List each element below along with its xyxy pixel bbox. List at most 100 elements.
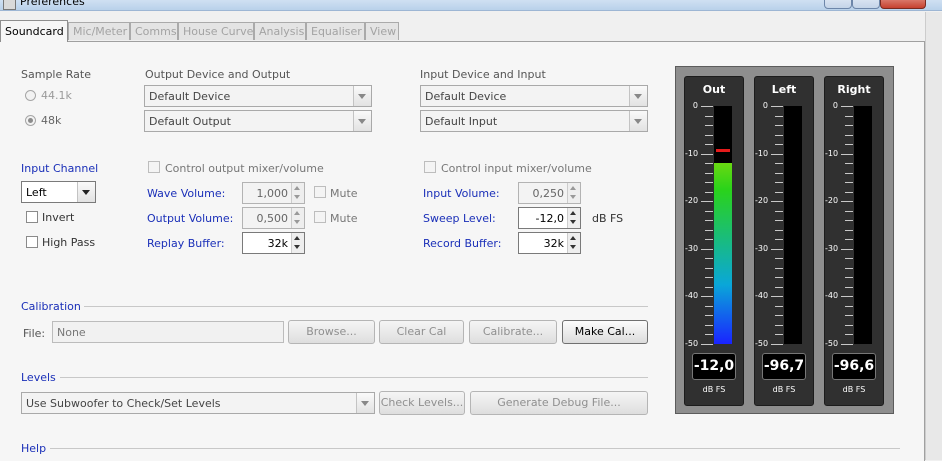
output-volume-value: 0,500 bbox=[256, 212, 289, 225]
meter-tick bbox=[705, 211, 713, 212]
tab-view[interactable]: View bbox=[365, 22, 399, 40]
output-select[interactable]: Default Output bbox=[144, 110, 372, 132]
generate-debug-file-button[interactable]: Generate Debug File... bbox=[470, 391, 648, 415]
spinner-arrows-icon[interactable] bbox=[567, 233, 580, 253]
wave-volume-spinner[interactable]: 1,000 bbox=[242, 182, 305, 204]
meter-unit: dB FS bbox=[772, 385, 796, 394]
meter-tick bbox=[775, 144, 783, 145]
clear-cal-button[interactable]: Clear Cal bbox=[379, 320, 464, 344]
input-channel-select[interactable]: Left bbox=[21, 181, 96, 203]
input-device-heading: Input Device and Input bbox=[420, 68, 546, 81]
sweep-level-spinner[interactable]: -12,0 bbox=[518, 207, 581, 229]
meter-tick bbox=[775, 306, 783, 307]
meter-tick bbox=[705, 192, 713, 193]
wave-mute-checkbox[interactable] bbox=[314, 186, 326, 198]
meter-tick bbox=[705, 230, 713, 231]
tab-comms[interactable]: Comms bbox=[130, 22, 178, 40]
meter-tick bbox=[771, 201, 783, 202]
meter-tick bbox=[845, 163, 853, 164]
output-volume-spinner[interactable]: 0,500 bbox=[242, 207, 305, 229]
spinner-arrows-icon[interactable] bbox=[291, 233, 304, 253]
spinner-arrows-icon[interactable] bbox=[291, 183, 304, 203]
browse-button[interactable]: Browse... bbox=[288, 320, 375, 344]
meter-tick bbox=[705, 334, 713, 335]
record-buffer-spinner[interactable]: 32k bbox=[518, 232, 581, 254]
meter-tick bbox=[705, 173, 713, 174]
make-cal-button[interactable]: Make Cal... bbox=[562, 320, 648, 344]
tab-mic-meter[interactable]: Mic/Meter bbox=[68, 22, 130, 40]
control-input-mixer-label: Control input mixer/volume bbox=[441, 162, 592, 175]
control-output-mixer-label: Control output mixer/volume bbox=[165, 162, 324, 175]
meter-tick bbox=[771, 296, 783, 297]
meter-tick bbox=[841, 106, 853, 107]
output-device-select[interactable]: Default Device bbox=[144, 85, 372, 107]
tab-equaliser[interactable]: Equaliser bbox=[306, 22, 365, 40]
meter-tick bbox=[701, 296, 713, 297]
meter-tick bbox=[705, 182, 713, 183]
meter-scale-label: -10 bbox=[685, 149, 699, 158]
replay-buffer-value: 32k bbox=[267, 237, 288, 250]
chevron-down-icon bbox=[629, 111, 647, 131]
invert-checkbox[interactable] bbox=[26, 211, 38, 223]
meter-tick bbox=[845, 239, 853, 240]
levels-mode-select[interactable]: Use Subwoofer to Check/Set Levels bbox=[21, 392, 375, 414]
control-output-mixer-checkbox[interactable] bbox=[148, 161, 160, 173]
spinner-arrows-icon[interactable] bbox=[567, 183, 580, 203]
input-select[interactable]: Default Input bbox=[420, 110, 648, 132]
output-device-value: Default Device bbox=[149, 90, 231, 103]
meter-tick bbox=[841, 154, 853, 155]
tab-soundcard[interactable]: Soundcard bbox=[0, 20, 68, 42]
close-button[interactable] bbox=[880, 0, 926, 9]
window-scrollbar[interactable] bbox=[925, 12, 942, 460]
tab-house-curve[interactable]: House Curve bbox=[178, 22, 254, 40]
minimize-button[interactable] bbox=[824, 0, 852, 9]
meter-tick bbox=[705, 258, 713, 259]
file-label: File: bbox=[23, 327, 46, 340]
meter-tick bbox=[845, 135, 853, 136]
record-buffer-label: Record Buffer: bbox=[423, 237, 502, 250]
meter-tick bbox=[771, 344, 783, 345]
meter-left: Left 0 -10 -20 -30 -40 -50 -96,7 dB FS bbox=[754, 76, 814, 406]
title-bar: Preferences bbox=[0, 0, 942, 11]
check-levels-button[interactable]: Check Levels... bbox=[379, 391, 465, 415]
output-value: Default Output bbox=[149, 115, 231, 128]
meter-bar bbox=[784, 106, 802, 344]
sweep-level-value: -12,0 bbox=[535, 212, 564, 225]
sample-rate-label: Sample Rate bbox=[21, 68, 91, 81]
spinner-arrows-icon[interactable] bbox=[567, 208, 580, 228]
meter-peak-marker bbox=[716, 149, 730, 152]
maximize-button[interactable] bbox=[852, 0, 880, 9]
meter-scale-label: -10 bbox=[755, 149, 769, 158]
replay-buffer-spinner[interactable]: 32k bbox=[242, 232, 305, 254]
calibrate-button[interactable]: Calibrate... bbox=[469, 320, 557, 344]
meter-tick bbox=[775, 211, 783, 212]
meter-scale-label: -20 bbox=[685, 196, 699, 205]
high-pass-label: High Pass bbox=[42, 236, 96, 249]
sweep-level-label: Sweep Level: bbox=[423, 212, 496, 225]
output-mute-checkbox[interactable] bbox=[314, 211, 326, 223]
input-volume-spinner[interactable]: 0,250 bbox=[518, 182, 581, 204]
meter-tick bbox=[705, 325, 713, 326]
meter-tick bbox=[845, 182, 853, 183]
calibration-file-field[interactable]: None bbox=[52, 321, 284, 343]
radio-44k[interactable] bbox=[25, 90, 36, 101]
replay-buffer-label: Replay Buffer: bbox=[147, 237, 225, 250]
spinner-arrows-icon[interactable] bbox=[291, 208, 304, 228]
control-input-mixer-checkbox[interactable] bbox=[424, 161, 436, 173]
meter-tick bbox=[775, 258, 783, 259]
meter-tick bbox=[705, 277, 713, 278]
radio-48k[interactable] bbox=[25, 115, 36, 126]
input-device-select[interactable]: Default Device bbox=[420, 85, 648, 107]
meter-tick bbox=[845, 116, 853, 117]
tab-analysis[interactable]: Analysis bbox=[254, 22, 306, 40]
radio-48k-label: 48k bbox=[41, 114, 62, 127]
levels-separator bbox=[60, 377, 648, 378]
meter-tick bbox=[845, 230, 853, 231]
high-pass-checkbox[interactable] bbox=[26, 236, 38, 248]
input-value: Default Input bbox=[425, 115, 498, 128]
meter-tick bbox=[705, 116, 713, 117]
meter-tick bbox=[775, 116, 783, 117]
meter-scale-label: -30 bbox=[825, 244, 839, 253]
output-mute-label: Mute bbox=[330, 212, 358, 225]
meter-unit: dB FS bbox=[702, 385, 726, 394]
